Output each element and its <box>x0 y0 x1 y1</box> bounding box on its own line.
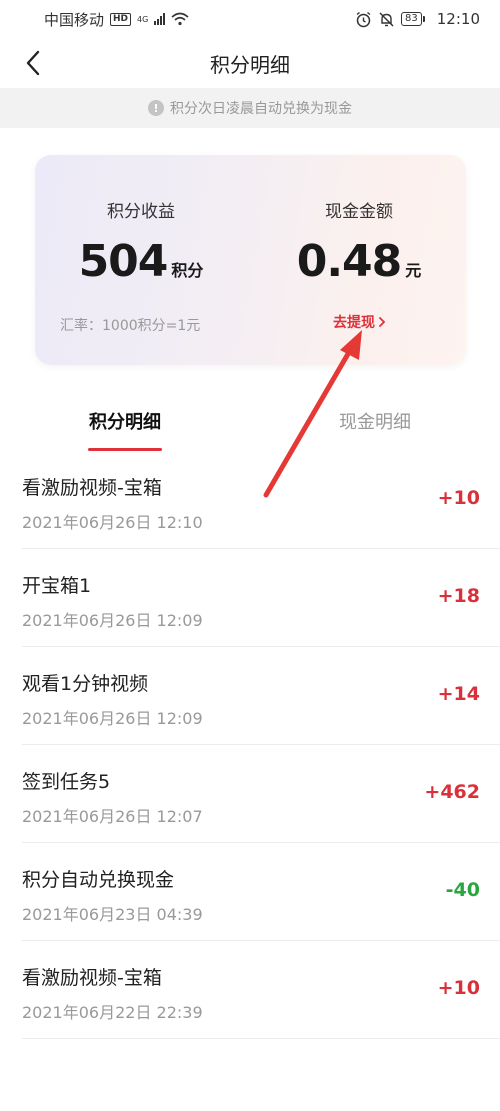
list-item[interactable]: 积分自动兑换现金 2021年06月23日 04:39 -40 <box>22 843 500 941</box>
signal-icon <box>154 13 166 25</box>
record-time: 2021年06月26日 12:10 <box>22 513 203 532</box>
record-amount: +462 <box>424 781 480 803</box>
exchange-rate: 汇率：1000积分=1元 <box>60 318 201 334</box>
record-amount: +18 <box>437 585 480 607</box>
back-button[interactable] <box>16 48 50 78</box>
status-left: 中国移动 HD 4G <box>44 9 189 30</box>
hd-badge: HD <box>110 12 132 26</box>
list-item[interactable]: 签到任务5 2021年06月26日 12:07 +462 <box>22 745 500 843</box>
record-amount: +10 <box>437 487 480 509</box>
page-title: 积分明细 <box>210 52 290 77</box>
record-amount: -40 <box>445 879 480 901</box>
record-title: 签到任务5 <box>22 771 111 793</box>
record-time: 2021年06月22日 22:39 <box>22 1003 203 1022</box>
record-amount: +10 <box>437 977 480 999</box>
withdraw-label: 去提现 <box>333 315 375 331</box>
network-type: 4G <box>137 14 149 24</box>
battery-icon: 83 <box>401 12 425 26</box>
record-title: 积分自动兑换现金 <box>22 869 175 891</box>
summary-card: 积分收益 504 积分 现金金额 0.48 元 汇率：1000积分=1元 去提现 <box>35 155 466 365</box>
list-item[interactable]: 看激励视频-宝箱 2021年06月26日 12:10 +10 <box>22 451 500 549</box>
cash-value: 0.48 <box>296 236 403 287</box>
wifi-icon <box>171 12 189 26</box>
points-metric: 积分收益 504 积分 <box>41 197 241 287</box>
record-amount: +14 <box>437 683 480 705</box>
points-record-list: 看激励视频-宝箱 2021年06月26日 12:10 +10 开宝箱1 2021… <box>0 451 500 1039</box>
record-time: 2021年06月23日 04:39 <box>22 905 203 924</box>
tab-bar: 积分明细 现金明细 <box>0 392 500 451</box>
status-right: 83 12:10 <box>355 10 480 28</box>
battery-level: 83 <box>401 12 422 26</box>
status-time: 12:10 <box>436 10 480 28</box>
record-time: 2021年06月26日 12:09 <box>22 709 203 728</box>
cash-metric: 现金金额 0.48 元 <box>259 197 459 287</box>
nav-bar: 积分明细 <box>0 38 500 88</box>
record-title: 开宝箱1 <box>22 575 92 597</box>
record-time: 2021年06月26日 12:07 <box>22 807 203 826</box>
record-title: 看激励视频-宝箱 <box>22 477 162 499</box>
points-unit: 积分 <box>171 261 204 280</box>
withdraw-button[interactable]: 去提现 <box>333 312 386 332</box>
cash-unit: 元 <box>405 261 422 280</box>
points-label: 积分收益 <box>107 202 175 222</box>
chevron-left-icon <box>26 50 40 76</box>
info-icon: ! <box>148 100 164 116</box>
record-title: 观看1分钟视频 <box>22 673 149 695</box>
cash-label: 现金金额 <box>325 202 393 222</box>
list-item[interactable]: 观看1分钟视频 2021年06月26日 12:09 +14 <box>22 647 500 745</box>
notice-banner: ! 积分次日凌晨自动兑换为现金 <box>0 88 500 128</box>
alarm-icon <box>356 11 371 27</box>
chevron-right-icon <box>379 317 386 327</box>
list-item[interactable]: 开宝箱1 2021年06月26日 12:09 +18 <box>22 549 500 647</box>
record-title: 看激励视频-宝箱 <box>22 967 162 989</box>
tab-points-detail[interactable]: 积分明细 <box>75 392 175 450</box>
points-value: 504 <box>78 236 169 287</box>
list-item[interactable]: 看激励视频-宝箱 2021年06月22日 22:39 +10 <box>22 941 500 1039</box>
tab-cash-detail[interactable]: 现金明细 <box>325 392 425 450</box>
status-bar: 中国移动 HD 4G 83 12:10 <box>0 0 500 38</box>
bell-off-icon <box>379 11 394 27</box>
notice-text: 积分次日凌晨自动兑换为现金 <box>170 101 352 117</box>
carrier-name: 中国移动 <box>44 10 105 29</box>
record-time: 2021年06月26日 12:09 <box>22 611 203 630</box>
